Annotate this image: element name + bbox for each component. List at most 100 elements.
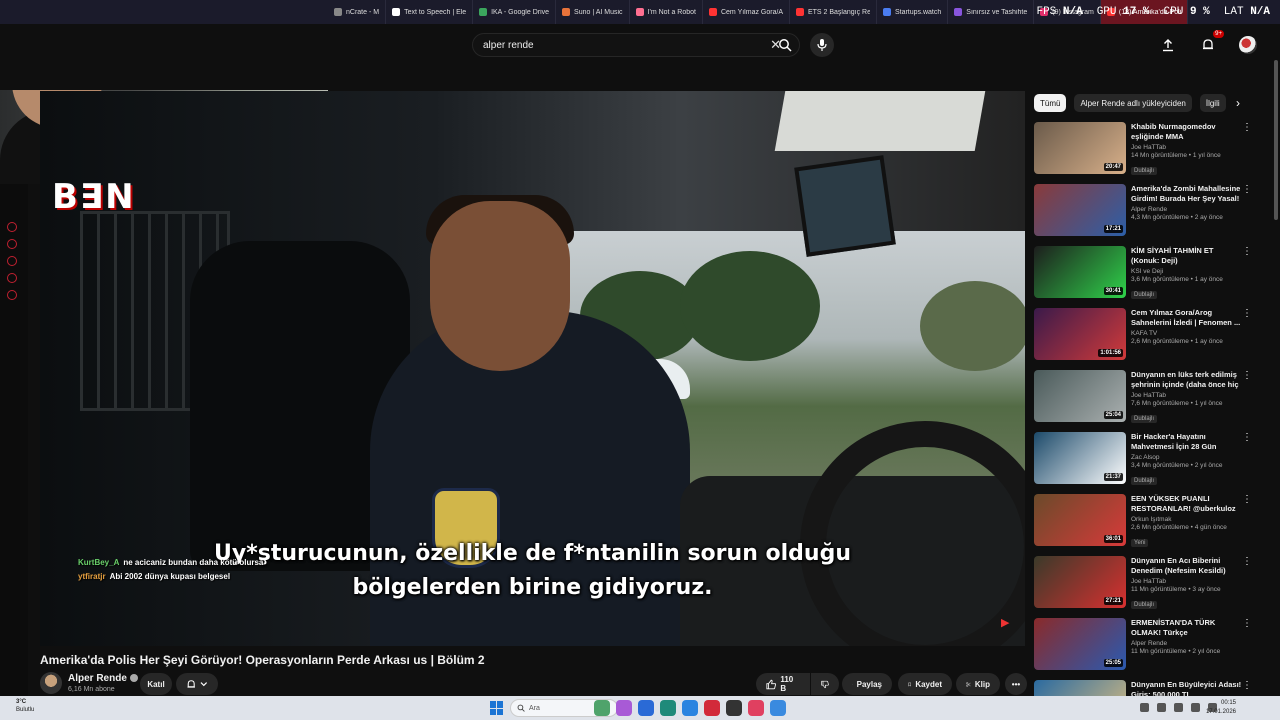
rec-title[interactable]: EEN YÜKSEK PUANLI RESTORANLAR! @uberkulo… [1131,494,1243,514]
rec-title[interactable]: Bir Hacker'a Hayatını Mahvetmesi İçin 28… [1131,432,1243,452]
rail-icon-5[interactable] [7,290,17,300]
rec-title[interactable]: KİM SİYAHİ TAHMİN ET (Konuk: Deji) [1131,246,1243,266]
rec-title[interactable]: Amerika'da Zombi Mahallesine Girdim! Bur… [1131,184,1243,204]
rec-title[interactable]: ERMENİSTAN'DA TÜRK OLMAK! Türkçe konuştu… [1131,618,1243,638]
video-thumbnail[interactable]: 27:21 [1034,556,1126,608]
video-thumbnail[interactable]: 25:04 [1034,370,1126,422]
video-thumbnail[interactable]: 20:47 [1034,122,1126,174]
recommendation-item[interactable]: 1:01:56 Cem Yılmaz Gora/Arog Sahnelerini … [1034,308,1268,367]
recommendation-item[interactable]: 36:01 EEN YÜKSEK PUANLI RESTORANLAR! @ube… [1034,494,1268,553]
kebab-menu-icon[interactable]: ⋮ [1242,122,1252,133]
taskbar-app-icon[interactable] [638,700,654,716]
video-thumbnail[interactable]: 25:05 [1034,618,1126,670]
taskbar-app-icon[interactable] [726,700,742,716]
chevron-right-icon[interactable]: › [1236,96,1240,110]
browser-tab[interactable]: Startups.watch [877,0,949,24]
rec-channel[interactable]: KSI ve Deji [1131,268,1243,275]
page-scrollbar[interactable] [1274,60,1278,220]
rec-channel[interactable]: KAFA TV [1131,330,1243,337]
browser-tab[interactable]: ETS 2 Başlangıç Reh [790,0,877,24]
kebab-menu-icon[interactable]: ⋮ [1242,370,1252,381]
video-thumbnail[interactable]: 36:01 [1034,494,1126,546]
rec-channel[interactable]: Joe HaTTab [1131,144,1243,151]
channel-name[interactable]: Alper Rende [68,673,138,684]
join-button[interactable]: Katıl [140,673,172,695]
rec-title[interactable]: Cem Yılmaz Gora/Arog Sahnelerini İzledi … [1131,308,1243,328]
taskbar-app-icon[interactable] [594,700,610,716]
video-thumbnail[interactable]: 17:21 [1034,184,1126,236]
browser-tab[interactable]: nCrate - M [328,0,387,24]
kebab-menu-icon[interactable]: ⋮ [1242,246,1252,257]
channel-avatar[interactable] [40,672,62,694]
rec-title[interactable]: Khabib Nurmagomedov eşliğinde MMA Dövüşç… [1131,122,1243,142]
kebab-menu-icon[interactable]: ⋮ [1242,618,1252,629]
search-input[interactable]: alper rende ✕ [472,33,800,57]
filter-chip[interactable]: İlgili [1199,94,1226,112]
browser-tab[interactable]: Suno | AI Music [556,0,630,24]
rec-channel[interactable]: Alper Rende [1131,640,1243,647]
filter-chip[interactable]: Alper Rende adlı yükleyiciden [1074,94,1192,112]
browser-tab[interactable]: Sınırsız ve Tashihte [948,0,1035,24]
recommendation-item[interactable]: 25:05 ERMENİSTAN'DA TÜRK OLMAK! Türkçe ko… [1034,618,1268,677]
like-button[interactable]: 110 B [756,673,810,695]
rec-channel[interactable]: Orkun Işıtmak [1131,516,1243,523]
windows-start-icon[interactable] [490,701,504,715]
tray-icon[interactable] [1174,703,1183,712]
browser-tab[interactable]: Text to Speech | Elev [386,0,474,24]
tray-icon[interactable] [1140,703,1149,712]
recommendation-item[interactable]: 30:41 KİM SİYAHİ TAHMİN ET (Konuk: Deji) K… [1034,246,1268,305]
video-thumbnail[interactable]: 21:37 [1034,432,1126,484]
rec-channel[interactable]: Joe HaTTab [1131,578,1243,585]
share-icon [852,683,853,685]
recommendation-item[interactable]: 25:04 Dünyanın en lüks terk edilmiş şehri… [1034,370,1268,429]
kebab-menu-icon[interactable]: ⋮ [1242,308,1252,319]
kebab-menu-icon[interactable]: ⋮ [1242,494,1252,505]
recommendation-item[interactable]: 20:47 Khabib Nurmagomedov eşliğinde MMA D… [1034,122,1268,181]
notifications-button[interactable]: 9+ [1196,30,1224,57]
rec-title[interactable]: Dünyanın En Acı Biberini Denedim (Nefesi… [1131,556,1243,576]
search-button[interactable] [773,33,797,57]
rail-icon-3[interactable] [7,256,17,266]
kebab-menu-icon[interactable]: ⋮ [1242,432,1252,443]
video-thumbnail[interactable]: 1:01:56 [1034,308,1126,360]
video-thumbnail[interactable]: 30:41 [1034,246,1126,298]
tray-icon[interactable] [1191,703,1200,712]
account-button[interactable] [1236,33,1260,57]
clip-button[interactable]: Klip [956,673,1000,695]
rec-title[interactable]: Dünyanın en lüks terk edilmiş şehrinin i… [1131,370,1243,390]
taskbar-clock[interactable]: 00:15 17.01.2026 [1206,699,1236,717]
browser-tab[interactable]: I'm Not a Robot [630,0,703,24]
subscription-bell-button[interactable] [176,673,218,695]
video-player[interactable]: B∃N Uy*şturucunun, özellikle de f*ntanil… [40,91,1025,646]
voice-search-button[interactable] [810,33,834,57]
save-button[interactable]: Kaydet [898,673,952,695]
recommendation-item[interactable]: 27:21 Dünyanın En Acı Biberini Denedim (N… [1034,556,1268,615]
taskbar-app-icon[interactable] [616,700,632,716]
search-query[interactable]: alper rende [483,40,770,51]
taskbar-app-icon[interactable] [682,700,698,716]
kebab-menu-icon[interactable]: ⋮ [1242,556,1252,567]
browser-tab[interactable]: İKA - Google Drive [473,0,557,24]
tray-icon[interactable] [1157,703,1166,712]
filter-chip[interactable]: Tümü [1034,94,1067,112]
more-actions-button[interactable]: ••• [1005,673,1027,695]
rec-channel[interactable]: Alper Rende [1131,206,1243,213]
share-button[interactable]: Paylaş [842,673,892,695]
rail-icon-1[interactable] [7,222,17,232]
browser-tab[interactable]: Cem Yılmaz Gora/Ar [703,0,790,24]
recommendation-item[interactable]: 17:21 Amerika'da Zombi Mahallesine Girdim… [1034,184,1268,243]
dislike-button[interactable] [811,673,839,695]
taskbar-app-icon[interactable] [748,700,764,716]
upload-button[interactable] [1156,33,1180,57]
taskbar-app-icon[interactable] [770,700,786,716]
rail-icon-2[interactable] [7,239,17,249]
rec-channel[interactable]: Joe HaTTab [1131,392,1243,399]
taskbar-app-icon[interactable] [660,700,676,716]
taskbar-app-icon[interactable] [704,700,720,716]
recommendation-item[interactable]: 21:37 Bir Hacker'a Hayatını Mahvetmesi İç… [1034,432,1268,491]
rail-icon-4[interactable] [7,273,17,283]
kebab-menu-icon[interactable]: ⋮ [1242,680,1252,691]
rec-channel[interactable]: Zac Alsop [1131,454,1243,461]
weather-widget[interactable]: 3°C Bulutlu [16,698,34,714]
kebab-menu-icon[interactable]: ⋮ [1242,184,1252,195]
